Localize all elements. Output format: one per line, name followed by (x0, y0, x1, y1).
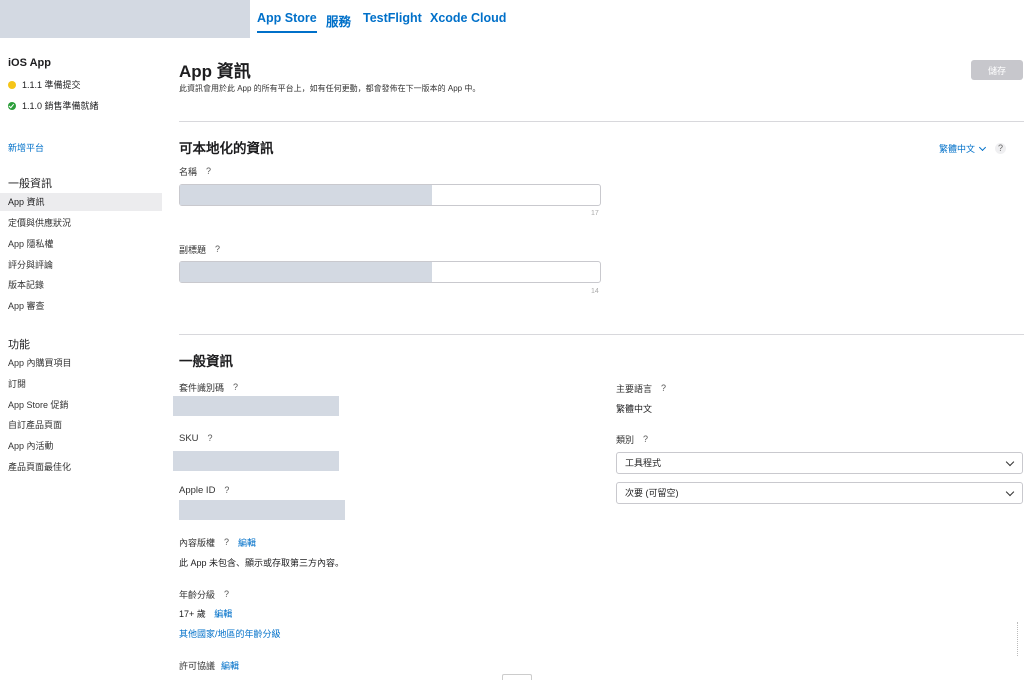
divider (179, 334, 1024, 335)
scroll-indicator (1017, 622, 1022, 656)
general-section-title: 一般資訊 (179, 354, 233, 369)
sidebar-item-iap[interactable]: App 內購買項目 (0, 354, 162, 372)
category-label-text: 類別 (616, 435, 635, 445)
sidebar-item-app-review[interactable]: App 審查 (0, 297, 162, 315)
page-description: 此資訊會用於此 App 的所有平台上，如有任何更動，都會發佈在下一版本的 App… (179, 84, 481, 93)
category-label: 類別 ? (616, 433, 651, 446)
sidebar-item-ratings[interactable]: 評分與評論 (0, 256, 162, 274)
license-edit-link[interactable]: 編輯 (221, 659, 239, 672)
features-heading: 功能 (8, 339, 30, 351)
content-rights-edit-link[interactable]: 編輯 (238, 536, 256, 549)
localizable-section-title: 可本地化的資訊 (179, 141, 274, 156)
help-icon[interactable]: ? (658, 383, 669, 394)
other-regions-age-rating-link[interactable]: 其他國家/地區的年齡分級 (179, 627, 281, 640)
name-label-text: 名稱 (179, 167, 198, 177)
sidebar-item-in-app-events[interactable]: App 內活動 (0, 437, 162, 455)
version-label: 1.1.0 銷售準備就緒 (22, 101, 99, 111)
name-label: 名稱 ? (179, 165, 214, 178)
age-rating-value: 17+ 歲 (179, 609, 206, 619)
name-char-counter: 17 (591, 210, 599, 217)
language-selector[interactable]: 繁體中文 ? (939, 142, 1007, 155)
primary-category-value: 工具程式 (625, 458, 662, 468)
help-icon[interactable]: ? (221, 537, 232, 548)
version-item-1-1-1[interactable]: 1.1.1 準備提交 (8, 78, 81, 91)
help-icon[interactable]: ? (205, 433, 216, 444)
pending-status-icon (8, 80, 16, 89)
content-rights-value: 此 App 未包含、顯示或存取第三方內容。 (179, 558, 345, 568)
secondary-category-value: 次要 (可留空) (625, 488, 679, 498)
license-label: 許可協議 編輯 (179, 659, 239, 672)
bundle-id-label: 套件識別碼 ? (179, 381, 241, 394)
chevron-down-icon (1005, 487, 1015, 497)
subtitle-label-text: 副標題 (179, 245, 207, 255)
chevron-down-icon (1005, 457, 1015, 467)
apple-id-label: Apple ID ? (179, 485, 232, 496)
help-icon[interactable]: ? (640, 434, 651, 445)
divider (179, 121, 1024, 122)
age-rating-edit-link[interactable]: 編輯 (214, 609, 232, 619)
sidebar-item-promotions[interactable]: App Store 促銷 (0, 396, 162, 414)
primary-language-label-text: 主要語言 (616, 384, 653, 394)
language-label: 繁體中文 (939, 144, 976, 154)
general-heading: 一般資訊 (8, 178, 52, 190)
apple-id-label-text: Apple ID (179, 485, 216, 496)
page-title: App 資訊 (179, 62, 251, 81)
help-icon[interactable]: ? (995, 143, 1007, 154)
subtitle-char-counter: 14 (591, 288, 599, 295)
content-rights-label: 內容版權 ? 編輯 (179, 536, 256, 549)
sku-label: SKU ? (179, 433, 216, 444)
help-icon[interactable]: ? (212, 244, 223, 255)
chevron-down-icon (978, 143, 987, 151)
help-icon[interactable]: ? (230, 382, 241, 393)
age-rating-value-row: 17+ 歲 編輯 (179, 607, 232, 620)
save-button[interactable]: 儲存 (971, 60, 1023, 80)
version-item-1-1-0[interactable]: 1.1.0 銷售準備就緒 (8, 99, 99, 112)
age-rating-label-text: 年齡分級 (179, 590, 216, 600)
bundle-id-label-text: 套件識別碼 (179, 383, 225, 393)
primary-category-select[interactable]: 工具程式 (616, 452, 1023, 474)
add-platform-link[interactable]: 新增平台 (8, 141, 44, 154)
subtitle-label: 副標題 ? (179, 243, 223, 256)
license-label-text: 許可協議 (179, 661, 216, 671)
platform-title: iOS App (8, 57, 51, 69)
cut-off-control (502, 674, 532, 680)
redacted-subtitle-value (180, 262, 432, 282)
ready-status-icon (8, 101, 16, 110)
top-navigation: App Store 服務 TestFlight Xcode Cloud (0, 0, 1024, 38)
sidebar-item-app-info[interactable]: App 資訊 (0, 193, 162, 211)
redacted-bundle-id (173, 396, 339, 416)
secondary-category-select[interactable]: 次要 (可留空) (616, 482, 1023, 504)
sidebar-item-custom-pages[interactable]: 自訂產品頁面 (0, 416, 162, 434)
sidebar-item-version-history[interactable]: 版本記錄 (0, 276, 162, 294)
primary-language-value: 繁體中文 (616, 404, 653, 414)
age-rating-label: 年齡分級 ? (179, 588, 232, 601)
tab-services[interactable]: 服務 (326, 11, 351, 30)
redacted-brand-area (0, 0, 250, 38)
sidebar-item-subscriptions[interactable]: 訂閱 (0, 375, 162, 393)
version-label: 1.1.1 準備提交 (22, 80, 81, 90)
help-icon[interactable]: ? (221, 485, 232, 496)
sidebar-item-page-optimization[interactable]: 產品頁面最佳化 (0, 458, 162, 476)
redacted-name-value (180, 185, 432, 205)
redacted-sku (173, 451, 339, 471)
help-icon[interactable]: ? (203, 166, 214, 177)
primary-language-label: 主要語言 ? (616, 382, 669, 395)
sku-label-text: SKU (179, 433, 199, 444)
redacted-apple-id (179, 500, 345, 520)
content-rights-label-text: 內容版權 (179, 538, 216, 548)
tab-testflight[interactable]: TestFlight (363, 11, 422, 25)
sidebar-item-privacy[interactable]: App 隱私權 (0, 235, 162, 253)
help-icon[interactable]: ? (221, 589, 232, 600)
sidebar-item-pricing[interactable]: 定價與供應狀況 (0, 214, 162, 232)
tab-xcode-cloud[interactable]: Xcode Cloud (430, 11, 506, 25)
tab-app-store[interactable]: App Store (257, 11, 317, 33)
